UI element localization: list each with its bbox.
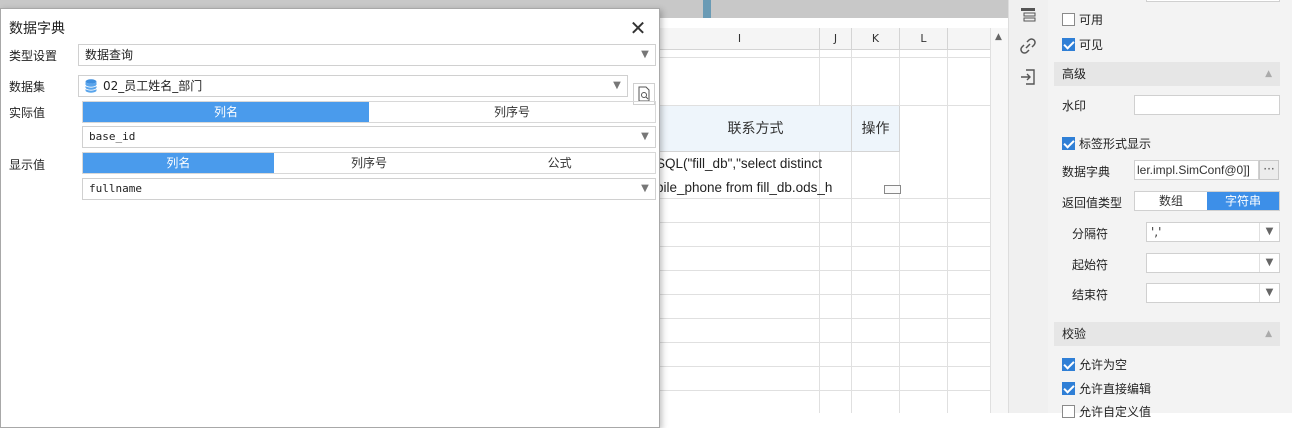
actual-tab-column-name[interactable]: 列名	[83, 102, 369, 122]
cell-formula[interactable]: SQL("fill_db","select distinct bile_phon…	[660, 152, 852, 198]
tag-display-label: 标签形式显示	[1079, 137, 1152, 151]
visible-checkbox[interactable]	[1062, 38, 1075, 51]
chevron-down-icon: ▼	[641, 49, 649, 60]
separator-value: ','	[1151, 225, 1162, 239]
end-select[interactable]: ▼	[1146, 283, 1280, 303]
return-type-string[interactable]: 字符串	[1207, 192, 1279, 210]
advanced-section-header[interactable]: 高级 ▲	[1054, 62, 1280, 86]
cell-attribute-icon[interactable]	[1019, 6, 1037, 24]
allow-custom-checkbox[interactable]	[1062, 405, 1075, 418]
type-setting-select[interactable]: 数据查询 ▼	[78, 44, 656, 66]
usable-checkbox[interactable]	[1062, 13, 1075, 26]
grid-line	[660, 366, 990, 367]
validate-section-header[interactable]: 校验 ▲	[1054, 322, 1280, 346]
end-label: 结束符	[1072, 288, 1109, 302]
formula-line-1: SQL("fill_db","select distinct	[660, 156, 822, 171]
grid-line	[660, 318, 990, 319]
dataset-label: 数据集	[9, 80, 46, 94]
dict-value: ler.impl.SimConf@0]]	[1137, 163, 1250, 177]
column-header-i[interactable]: I	[660, 28, 820, 50]
watermark-input[interactable]	[1134, 95, 1280, 115]
allow-edit-label: 允许直接编辑	[1079, 382, 1152, 396]
allow-edit-checkbox[interactable]	[1062, 382, 1075, 395]
chevron-down-icon: ▼	[1259, 223, 1279, 241]
usable-checkbox-row[interactable]: 可用	[1062, 11, 1103, 28]
dict-label: 数据字典	[1062, 165, 1111, 179]
grid-line	[660, 270, 990, 271]
dataset-select[interactable]: 02_员工姓名_部门 ▼	[78, 75, 628, 97]
grid-line	[660, 390, 990, 391]
collapse-arrow-icon: ▲	[1265, 69, 1272, 79]
chevron-down-icon: ▼	[641, 131, 649, 142]
vertical-scrollbar[interactable]: ▲	[990, 28, 1008, 413]
dict-more-button[interactable]: ···	[1259, 160, 1279, 180]
data-dictionary-dialog: 数据字典 ✕ 类型设置 数据查询 ▼ 数据集 02_员工姓名_部门 ▼ 实际值 …	[0, 8, 660, 428]
display-value-label: 显示值	[9, 158, 46, 172]
cell-operation-header[interactable]: 操作	[852, 106, 900, 152]
allow-custom-row[interactable]: 允许自定义值	[1062, 403, 1151, 420]
tag-display-row[interactable]: 标签形式显示	[1062, 135, 1151, 152]
tag-display-checkbox[interactable]	[1062, 137, 1075, 150]
usable-label: 可用	[1079, 13, 1104, 27]
actual-value-field: base_id	[89, 130, 136, 143]
sheet-marker	[703, 0, 711, 18]
display-value-select[interactable]: fullname ▼	[82, 178, 656, 200]
dialog-title: 数据字典	[9, 21, 65, 37]
display-tab-column-name[interactable]: 列名	[83, 153, 274, 173]
grid-line	[660, 198, 990, 199]
grid-line	[660, 342, 990, 343]
visible-checkbox-row[interactable]: 可见	[1062, 36, 1103, 53]
scroll-up-icon[interactable]: ▲	[995, 32, 1002, 42]
link-icon[interactable]	[1019, 37, 1037, 55]
validate-title: 校验	[1062, 327, 1087, 341]
display-tab-column-index[interactable]: 列序号	[274, 153, 465, 173]
grid-line	[660, 57, 990, 58]
type-setting-label: 类型设置	[9, 49, 58, 63]
allow-empty-label: 允许为空	[1079, 358, 1128, 372]
top-field-edge	[1146, 0, 1280, 2]
chevron-down-icon: ▼	[1259, 284, 1279, 302]
cell-contact-header[interactable]: 联系方式	[660, 106, 852, 152]
start-label: 起始符	[1072, 258, 1109, 272]
chevron-down-icon: ▼	[1259, 254, 1279, 272]
column-header-l[interactable]: L	[900, 28, 948, 50]
dict-input[interactable]: ler.impl.SimConf@0]]	[1134, 160, 1259, 180]
separator-select[interactable]: ',' ▼	[1146, 222, 1280, 242]
grid-line	[660, 246, 990, 247]
allow-empty-checkbox[interactable]	[1062, 358, 1075, 371]
return-type-label: 返回值类型	[1062, 196, 1123, 210]
column-header-j[interactable]: J	[820, 28, 852, 50]
column-header-k[interactable]: K	[852, 28, 900, 50]
type-setting-value: 数据查询	[85, 48, 134, 62]
display-value-tabs: 列名 列序号 公式	[82, 152, 656, 174]
allow-edit-row[interactable]: 允许直接编辑	[1062, 380, 1151, 397]
dataset-value: 02_员工姓名_部门	[103, 79, 203, 93]
return-type-array[interactable]: 数组	[1135, 192, 1207, 210]
actual-value-select[interactable]: base_id ▼	[82, 126, 656, 148]
separator-label: 分隔符	[1072, 227, 1109, 241]
collapse-arrow-icon: ▲	[1265, 329, 1272, 339]
actual-value-label: 实际值	[9, 106, 46, 120]
display-value-field: fullname	[89, 182, 142, 195]
actual-value-tabs: 列名 列序号	[82, 101, 656, 123]
import-icon[interactable]	[1019, 68, 1037, 86]
allow-custom-label: 允许自定义值	[1079, 405, 1152, 419]
start-select[interactable]: ▼	[1146, 253, 1280, 273]
display-tab-formula[interactable]: 公式	[464, 153, 655, 173]
visible-label: 可见	[1079, 38, 1104, 52]
database-icon	[85, 79, 97, 93]
chevron-down-icon: ▼	[613, 80, 621, 91]
grid-line	[660, 222, 990, 223]
chevron-down-icon: ▼	[641, 183, 649, 194]
watermark-label: 水印	[1062, 99, 1087, 113]
actual-tab-column-index[interactable]: 列序号	[369, 102, 655, 122]
formula-line-2: bile_phone from fill_db.ods_h	[660, 180, 833, 195]
cell-button-widget[interactable]	[884, 185, 901, 194]
allow-empty-row[interactable]: 允许为空	[1062, 356, 1127, 373]
advanced-title: 高级	[1062, 67, 1087, 81]
close-icon[interactable]: ✕	[625, 15, 651, 41]
tool-strip	[1008, 0, 1048, 413]
grid-line	[660, 294, 990, 295]
return-type-toggle: 数组 字符串	[1134, 191, 1280, 211]
